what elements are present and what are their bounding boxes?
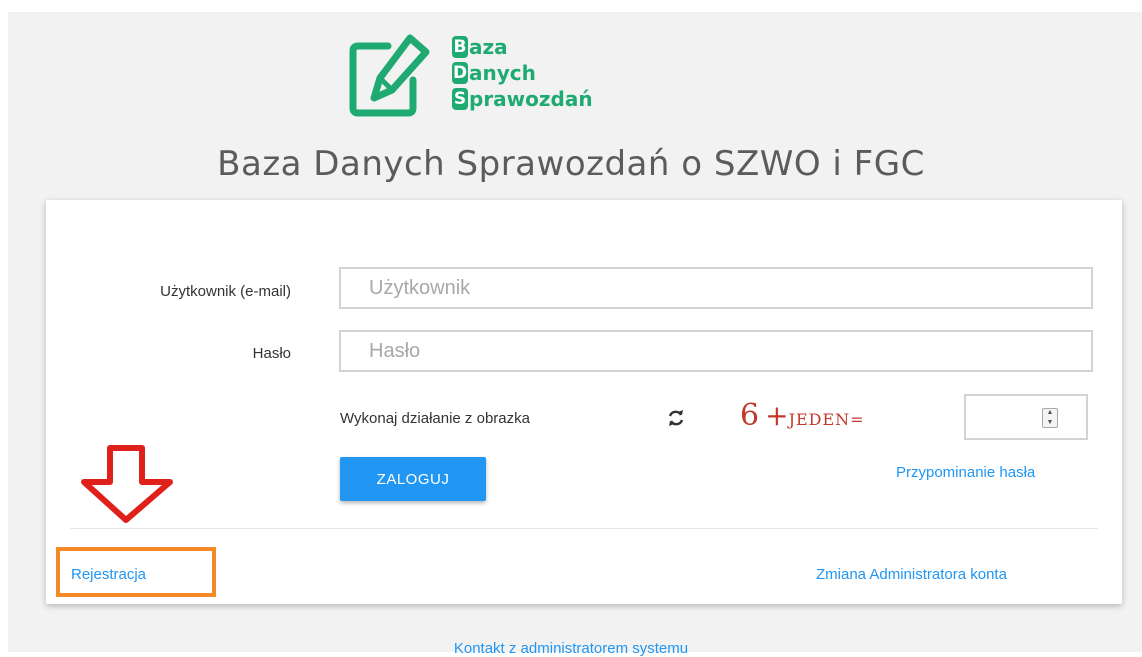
login-button[interactable]: ZALOGUJ: [340, 457, 486, 501]
logo-word-baza: aza: [469, 35, 508, 59]
pencil-on-note-icon: [349, 34, 430, 117]
refresh-icon[interactable]: [666, 408, 686, 428]
user-label: Użytkownik (e-mail): [160, 283, 291, 300]
logo-word-danych: anych: [469, 61, 536, 85]
change-admin-link[interactable]: Zmiana Administratora konta: [816, 566, 1007, 583]
captcha-image: 6 +JEDEN=: [740, 398, 865, 433]
logo-letter-b: B: [452, 36, 468, 58]
spinner-up-icon[interactable]: ▲: [1047, 409, 1054, 417]
logo-word-sprawozdan: prawozdań: [469, 87, 593, 111]
logo: B aza D anych S prawozdań: [348, 32, 668, 118]
logo-letter-s: S: [452, 88, 468, 110]
captcha-plus: +: [765, 399, 789, 432]
spinner-down-icon[interactable]: ▼: [1047, 419, 1054, 427]
register-highlight-box: [56, 547, 216, 597]
user-input[interactable]: [339, 267, 1093, 309]
card-divider: [70, 528, 1098, 529]
forgot-password-link[interactable]: Przypominanie hasła: [896, 464, 1035, 481]
logo-wordmark: B aza D anych S prawozdań: [452, 34, 593, 112]
captcha-word: JEDEN=: [788, 410, 865, 429]
contact-admin-link[interactable]: Kontakt z administratorem systemu: [0, 640, 1142, 657]
number-spinner-icon[interactable]: ▲ ▼: [1042, 408, 1058, 428]
down-arrow-icon: [81, 445, 173, 523]
page-title: Baza Danych Sprawozdań o SZWO i FGC: [217, 144, 925, 184]
captcha-answer-input[interactable]: ▲ ▼: [964, 394, 1088, 440]
logo-letter-d: D: [452, 62, 468, 84]
password-label: Hasło: [252, 345, 291, 362]
captcha-label: Wykonaj działanie z obrazka: [340, 410, 530, 427]
password-input[interactable]: [339, 330, 1093, 372]
captcha-number: 6: [740, 398, 760, 433]
login-card: Użytkownik (e-mail) Hasło Wykonaj działa…: [46, 200, 1122, 604]
